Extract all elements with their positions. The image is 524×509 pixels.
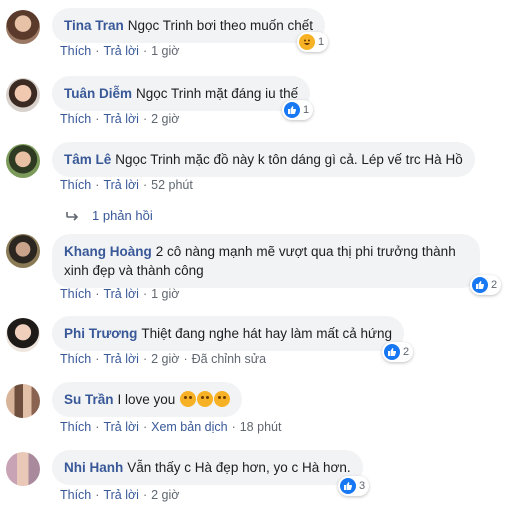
reaction-summary[interactable]: 2 [382,342,414,362]
comment-actions: Thích · Trả lời · 2 giờ · Đã chỉnh sửa [60,352,267,366]
reaction-summary[interactable]: 1 [297,32,329,52]
avatar[interactable] [6,234,40,268]
reply-arrow-icon [66,211,79,221]
avatar[interactable] [6,78,40,112]
comment-author[interactable]: Khang Hoàng [64,244,152,259]
comment-text: Vẫn thấy c Hà đẹp hơn, yo c Hà hơn. [127,460,351,475]
reply-button[interactable]: Trả lời [103,287,139,301]
comment-text: Ngọc Trinh bơi theo muốn chết [127,18,313,33]
avatar[interactable] [6,10,40,44]
translate-link[interactable]: Xem bản dịch [151,420,227,434]
comment-text: Ngọc Trinh mặc đồ này k tôn dáng gì cả. … [115,152,463,167]
comment-bubble: Su Trần I love you [52,382,243,417]
like-button[interactable]: Thích [60,352,91,366]
reaction-count: 2 [491,279,498,291]
haha-icon [299,34,315,50]
view-replies-link[interactable]: 1 phản hồi [66,208,153,223]
reaction-summary[interactable]: 2 [470,275,502,295]
reply-button[interactable]: Trả lời [103,112,139,126]
comment-time[interactable]: 2 giờ [151,112,179,126]
like-button[interactable]: Thích [60,420,91,434]
reaction-count: 1 [318,36,325,48]
comment-actions: Thích · Trả lời · Xem bản dịch · 18 phút [60,420,282,434]
kiss-emoji-icon [197,391,214,407]
comment-author[interactable]: Tâm Lê [64,152,111,167]
comment-actions: Thích · Trả lời · 1 giờ [60,44,180,58]
comment-time[interactable]: 2 giờ [151,352,179,366]
like-button[interactable]: Thích [60,287,91,301]
like-button[interactable]: Thích [60,44,91,58]
comment-bubble: Phi Trương Thiệt đang nghe hát hay làm mấ… [52,316,405,351]
avatar[interactable] [6,452,40,486]
reaction-summary[interactable]: 1 [282,100,314,120]
comment-text: Thiệt đang nghe hát hay làm mất cả hứng [141,326,393,341]
comment-time[interactable]: 52 phút [151,178,193,192]
like-icon [384,344,400,360]
comment-time[interactable]: 1 giờ [151,44,179,58]
edited-label[interactable]: Đã chỉnh sửa [192,352,266,366]
kiss-emoji-icon [180,391,197,407]
comment-actions: Thích · Trả lời · 52 phút [60,178,193,192]
like-icon [472,277,488,293]
avatar[interactable] [6,318,40,352]
reply-button[interactable]: Trả lời [103,44,139,58]
reply-button[interactable]: Trả lời [103,178,139,192]
kiss-emoji-icon [214,391,231,407]
comment-bubble: Tuân Diễm Ngọc Trinh mặt đáng iu thế [52,76,311,111]
reaction-summary[interactable]: 3 [338,476,370,496]
comment-author[interactable]: Tuân Diễm [64,86,132,101]
avatar[interactable] [6,144,40,178]
like-icon [340,478,356,494]
reaction-count: 2 [403,346,410,358]
replies-count[interactable]: 1 phản hồi [92,208,153,223]
comment-actions: Thích · Trả lời · 1 giờ [60,287,180,301]
like-button[interactable]: Thích [60,488,91,502]
avatar[interactable] [6,384,40,418]
comment-author[interactable]: Su Trần [64,392,114,407]
like-icon [284,102,300,118]
reply-button[interactable]: Trả lời [103,420,139,434]
comment-text: I love you [117,392,176,407]
comment-author[interactable]: Phi Trương [64,326,137,341]
like-button[interactable]: Thích [60,178,91,192]
comment-time[interactable]: 2 giờ [151,488,179,502]
reaction-count: 3 [359,480,366,492]
comment-actions: Thích · Trả lời · 2 giờ [60,112,180,126]
comment-bubble: Khang Hoàng 2 cô nàng mạnh mẽ vượt qua th… [52,234,480,288]
comment-bubble: Nhi Hanh Vẫn thấy c Hà đẹp hơn, yo c Hà h… [52,450,363,485]
comment-author[interactable]: Nhi Hanh [64,460,123,475]
comment-time[interactable]: 18 phút [240,420,282,434]
comment-time[interactable]: 1 giờ [151,287,179,301]
reply-button[interactable]: Trả lời [103,352,139,366]
reply-button[interactable]: Trả lời [103,488,139,502]
comment-bubble: Tina Tran Ngọc Trinh bơi theo muốn chết [52,8,325,43]
comment-actions: Thích · Trả lời · 2 giờ [60,488,180,502]
comment-bubble: Tâm Lê Ngọc Trinh mặc đồ này k tôn dáng g… [52,142,475,177]
comment-text: Ngọc Trinh mặt đáng iu thế [136,86,299,101]
like-button[interactable]: Thích [60,112,91,126]
reaction-count: 1 [303,104,310,116]
comment-author[interactable]: Tina Tran [64,18,124,33]
